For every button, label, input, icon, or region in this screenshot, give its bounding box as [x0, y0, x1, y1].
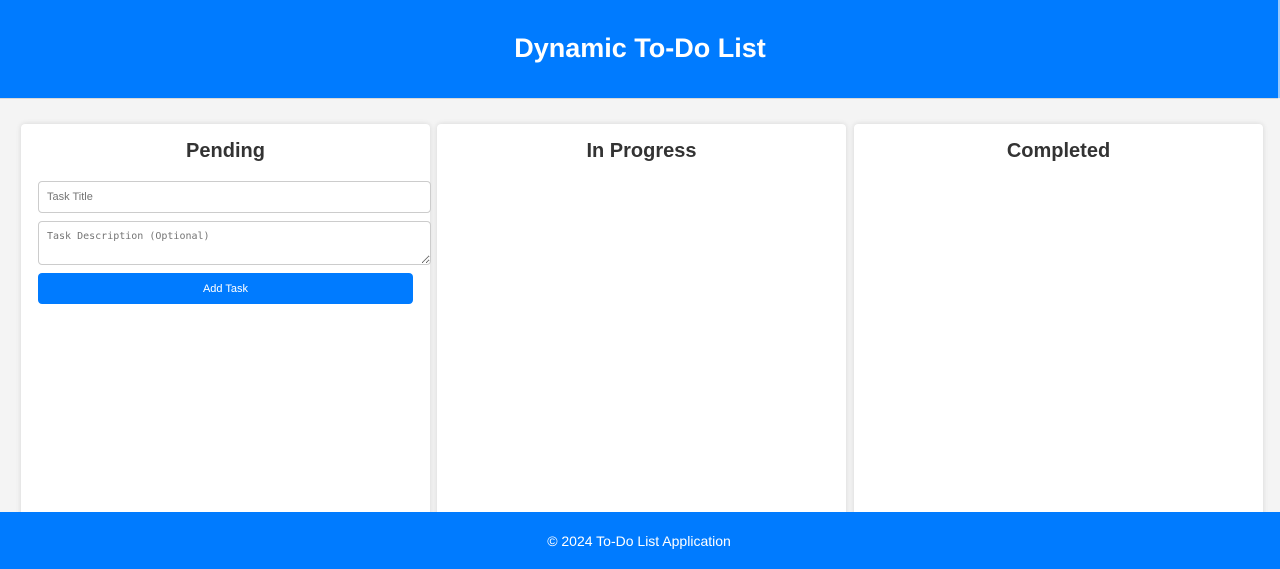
- task-description-input[interactable]: [38, 221, 431, 265]
- task-board: Pending Add Task In Progress Completed: [21, 124, 1263, 524]
- column-title-in-progress: In Progress: [586, 140, 697, 162]
- page-header: Dynamic To-Do List: [0, 0, 1280, 99]
- task-title-input[interactable]: [38, 181, 431, 213]
- column-completed: Completed: [854, 124, 1263, 524]
- column-in-progress: In Progress: [437, 124, 846, 524]
- column-title-pending: Pending: [186, 140, 265, 162]
- column-title-completed: Completed: [1006, 140, 1111, 162]
- page-footer: © 2024 To-Do List Application: [0, 512, 1280, 569]
- footer-copyright: © 2024 To-Do List Application: [547, 532, 731, 549]
- column-pending: Pending Add Task: [21, 124, 431, 524]
- page-title: Dynamic To-Do List: [514, 32, 766, 63]
- add-task-button[interactable]: Add Task: [38, 273, 413, 304]
